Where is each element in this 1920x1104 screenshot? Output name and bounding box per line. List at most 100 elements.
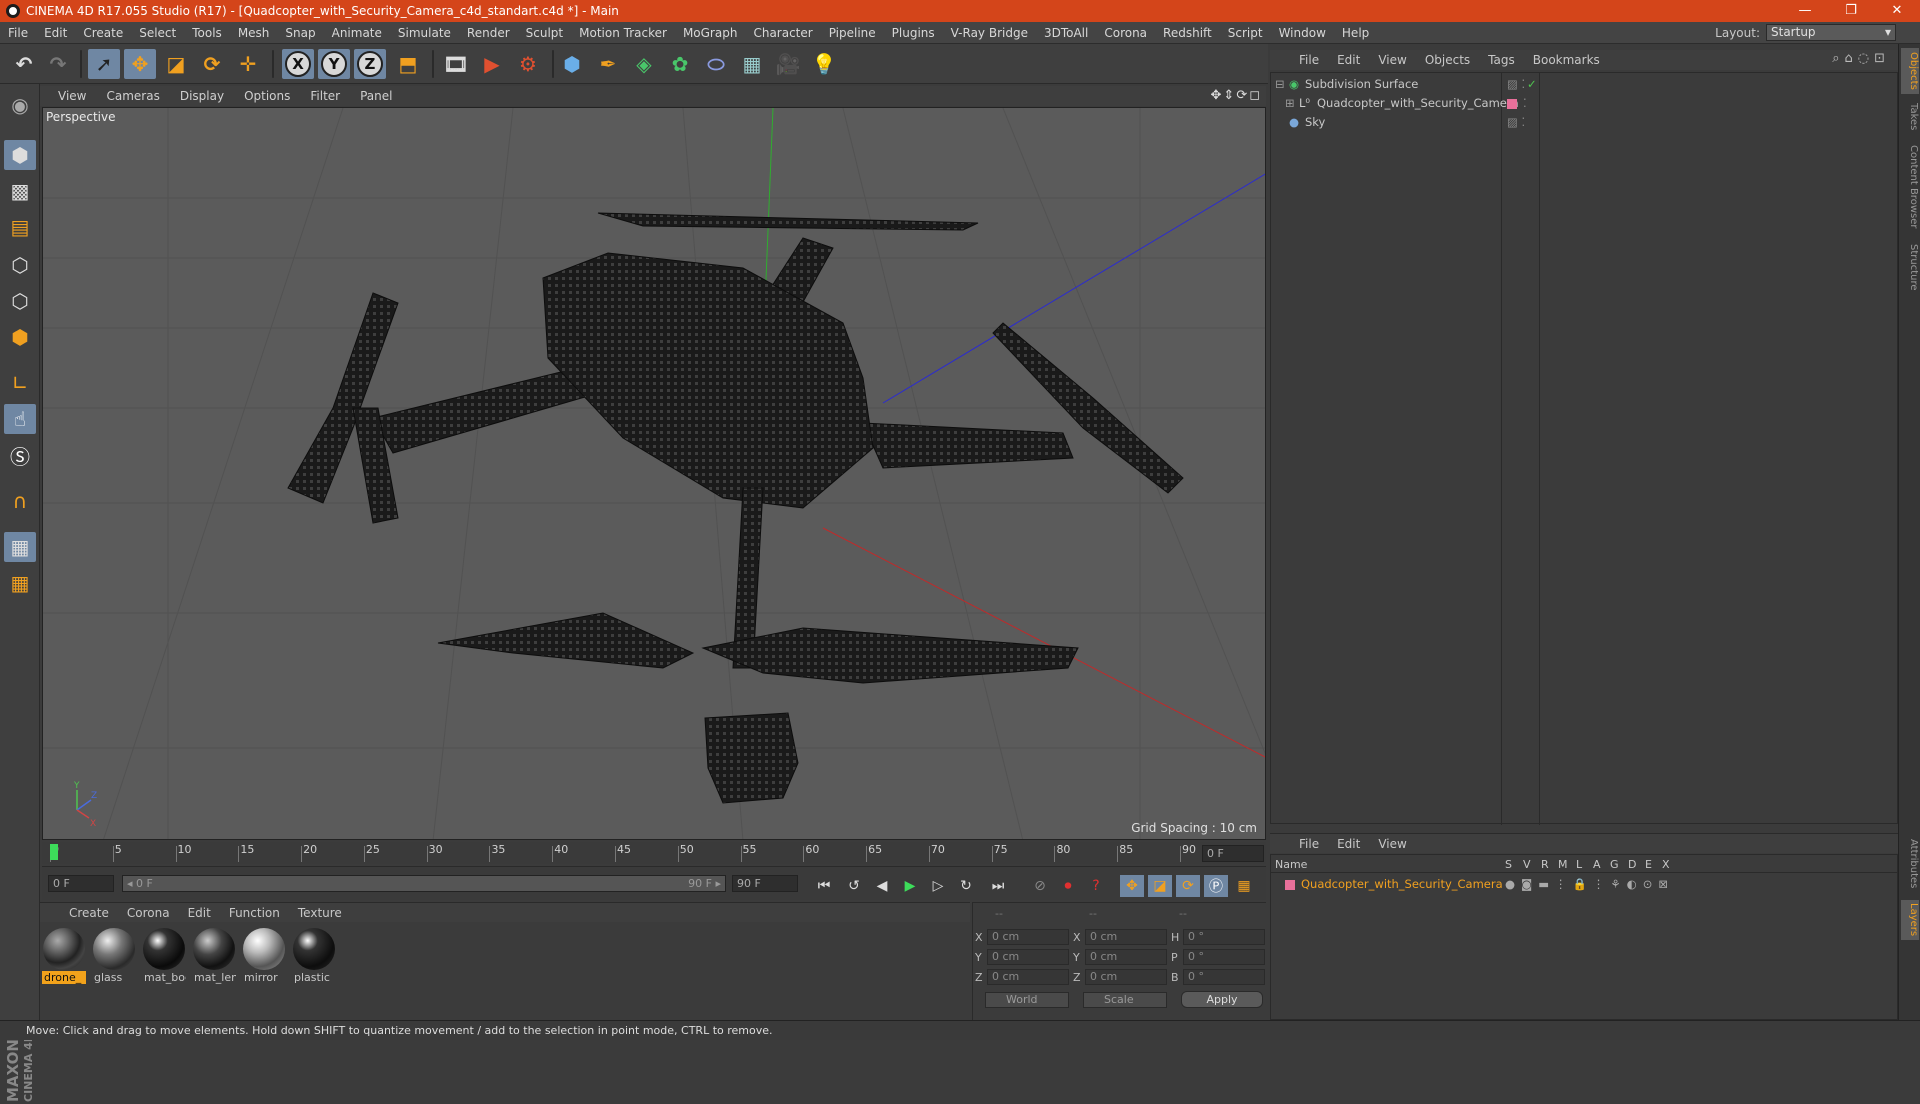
- undo-icon[interactable]: ↶: [8, 49, 40, 79]
- material-menu-corona[interactable]: Corona: [118, 906, 179, 920]
- enabled-check-icon[interactable]: ✓: [1527, 75, 1537, 94]
- layer-flag-xref[interactable]: X: [1662, 858, 1670, 871]
- layer-flag-icons[interactable]: ●◙▬⋮🔒⋮⚘◐⊙⊠: [1505, 875, 1674, 894]
- menu-snap[interactable]: Snap: [277, 26, 323, 40]
- camera-icon[interactable]: 🎥: [772, 49, 804, 79]
- key-pla-icon[interactable]: ▦: [1232, 875, 1256, 897]
- menu-character[interactable]: Character: [745, 26, 820, 40]
- axis-mode-icon[interactable]: ∟: [4, 368, 36, 398]
- position-z-field[interactable]: 0 cm: [987, 969, 1069, 985]
- object-row[interactable]: ⊟ ◉ Subdivision Surface ▨ ⁚ ✓: [1271, 75, 1897, 94]
- viewport-navigation-icons[interactable]: ✥⇕⟳◻: [1211, 88, 1262, 103]
- object-menu-edit[interactable]: Edit: [1328, 53, 1369, 67]
- timeline-ruler[interactable]: 051015202530354045505560657075808590 0 F: [42, 842, 1266, 864]
- play-backward-icon[interactable]: ◀: [870, 875, 894, 897]
- visibility-dots-icon[interactable]: ▨ ⁚: [1507, 113, 1525, 132]
- viewport-menu-display[interactable]: Display: [170, 89, 234, 103]
- menu-help[interactable]: Help: [1334, 26, 1377, 40]
- menu-render[interactable]: Render: [459, 26, 518, 40]
- menu-corona[interactable]: Corona: [1096, 26, 1155, 40]
- material-swatch[interactable]: mat_boc: [142, 928, 186, 984]
- menu-tools[interactable]: Tools: [184, 26, 230, 40]
- redo-icon[interactable]: ↷: [42, 49, 74, 79]
- goto-end-icon[interactable]: ⏭: [986, 875, 1010, 897]
- menu-sculpt[interactable]: Sculpt: [518, 26, 571, 40]
- texture-mode-icon[interactable]: ▩: [4, 176, 36, 206]
- tab-content-browser[interactable]: Content Browser: [1901, 140, 1919, 234]
- menu-motion-tracker[interactable]: Motion Tracker: [571, 26, 675, 40]
- 3d-viewport[interactable]: Perspective Grid Spacing : 10 cm Y Z X: [42, 107, 1266, 840]
- size-x-field[interactable]: 0 cm: [1085, 929, 1167, 945]
- material-swatch[interactable]: plastic: [292, 928, 336, 984]
- menu-edit[interactable]: Edit: [36, 26, 75, 40]
- solo-mode-icon[interactable]: Ⓢ: [4, 440, 36, 470]
- material-swatch[interactable]: mirror: [242, 928, 286, 984]
- layer-flag-animation[interactable]: A: [1593, 858, 1601, 871]
- object-menu-view[interactable]: View: [1369, 53, 1415, 67]
- layout-dropdown[interactable]: Startup: [1766, 24, 1896, 41]
- tweak-mode-icon[interactable]: ☝: [4, 404, 36, 434]
- minimize-button[interactable]: —: [1782, 0, 1828, 22]
- layer-flag-render[interactable]: R: [1541, 858, 1549, 871]
- layer-row[interactable]: Quadcopter_with_Security_Camera ●◙▬⋮🔒⋮⚘◐…: [1271, 875, 1897, 894]
- material-menu-texture[interactable]: Texture: [289, 906, 351, 920]
- goto-start-icon[interactable]: ⏮: [812, 875, 836, 897]
- live-selection-icon[interactable]: ➚: [88, 49, 120, 79]
- deformer-icon[interactable]: ⬭: [700, 49, 732, 79]
- play-forward-icon[interactable]: ▶: [898, 875, 922, 897]
- record-keyframe-icon[interactable]: ⏺: [1056, 875, 1080, 897]
- layer-flag-locked[interactable]: L: [1576, 858, 1582, 871]
- viewport-menu-view[interactable]: View: [48, 89, 96, 103]
- pen-spline-icon[interactable]: ✒: [592, 49, 624, 79]
- viewport-menu-filter[interactable]: Filter: [300, 89, 350, 103]
- object-menu-objects[interactable]: Objects: [1416, 53, 1479, 67]
- size-z-field[interactable]: 0 cm: [1085, 969, 1167, 985]
- key-position-icon[interactable]: ✥: [1120, 875, 1144, 897]
- menu-animate[interactable]: Animate: [324, 26, 390, 40]
- subdivision-surface-icon[interactable]: ◈: [628, 49, 660, 79]
- menu-create[interactable]: Create: [75, 26, 131, 40]
- last-tool-icon[interactable]: ✛: [232, 49, 264, 79]
- render-settings-icon[interactable]: ⚙: [512, 49, 544, 79]
- end-frame-field[interactable]: 90 F: [732, 875, 798, 892]
- object-menu-tags[interactable]: Tags: [1479, 53, 1524, 67]
- light-icon[interactable]: 💡: [808, 49, 840, 79]
- cube-primitive-icon[interactable]: ⬢: [556, 49, 588, 79]
- restore-button[interactable]: ❐: [1828, 0, 1874, 22]
- tab-structure[interactable]: Structure: [1901, 240, 1919, 294]
- autokey-icon[interactable]: ?: [1084, 875, 1108, 897]
- layer-flag-deformers[interactable]: D: [1628, 858, 1636, 871]
- apply-button[interactable]: Apply: [1181, 991, 1263, 1008]
- menu-mograph[interactable]: MoGraph: [675, 26, 746, 40]
- goto-next-key-icon[interactable]: ↻: [954, 875, 978, 897]
- menu-plugins[interactable]: Plugins: [884, 26, 943, 40]
- start-frame-field[interactable]: 0 F: [48, 875, 114, 892]
- material-swatch[interactable]: drone_: [42, 928, 86, 984]
- record-position-icon[interactable]: ⊘: [1028, 875, 1052, 897]
- menu-mesh[interactable]: Mesh: [230, 26, 278, 40]
- menu-select[interactable]: Select: [131, 26, 184, 40]
- menu-window[interactable]: Window: [1271, 26, 1334, 40]
- tab-takes[interactable]: Takes: [1901, 100, 1919, 134]
- size-mode-dropdown[interactable]: Scale: [1083, 992, 1167, 1008]
- layer-flag-generators[interactable]: G: [1610, 858, 1619, 871]
- layer-menu-view[interactable]: View: [1369, 837, 1415, 851]
- z-axis-lock-button[interactable]: Z: [354, 49, 386, 79]
- rotate-tool-icon[interactable]: ⟳: [196, 49, 228, 79]
- key-rotation-icon[interactable]: ⟳: [1176, 875, 1200, 897]
- menu-file[interactable]: File: [0, 26, 36, 40]
- workplane-mode-icon[interactable]: ▤: [4, 212, 36, 242]
- menu-script[interactable]: Script: [1220, 26, 1271, 40]
- collapse-icon[interactable]: ⊟: [1275, 75, 1285, 94]
- x-axis-lock-button[interactable]: X: [282, 49, 314, 79]
- visibility-dots-icon[interactable]: ▨ ⁚: [1507, 75, 1525, 94]
- coordinate-system-icon[interactable]: ⬒: [392, 49, 424, 79]
- menu-redshift[interactable]: Redshift: [1155, 26, 1220, 40]
- rotation-h-field[interactable]: 0 °: [1183, 929, 1265, 945]
- close-button[interactable]: ✕: [1874, 0, 1920, 22]
- object-row[interactable]: ● Sky ▨ ⁚: [1271, 113, 1897, 132]
- layer-flag-expressions[interactable]: E: [1645, 858, 1652, 871]
- y-axis-lock-button[interactable]: Y: [318, 49, 350, 79]
- points-mode-icon[interactable]: ⬡: [4, 250, 36, 280]
- position-y-field[interactable]: 0 cm: [987, 949, 1069, 965]
